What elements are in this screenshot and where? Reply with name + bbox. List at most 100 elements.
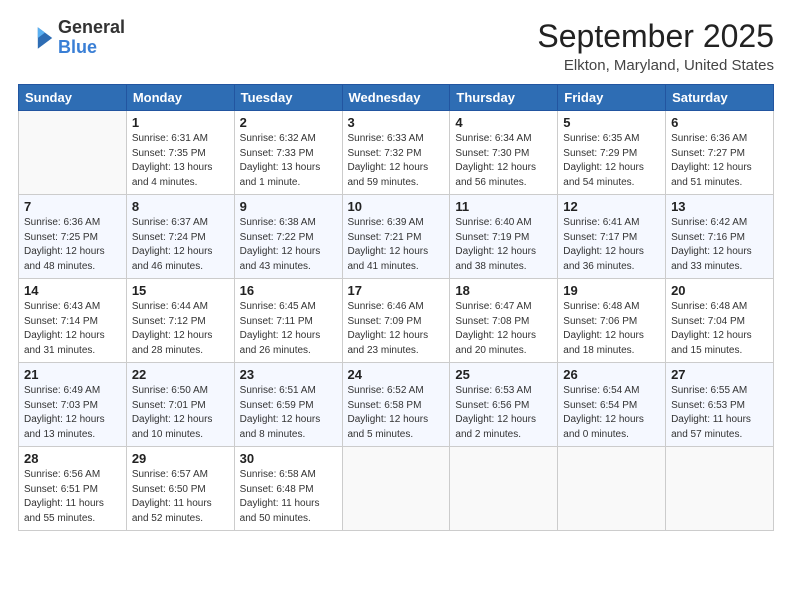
- day-info: Sunrise: 6:48 AM Sunset: 7:04 PM Dayligh…: [671, 300, 768, 358]
- calendar-cell: 16 Sunrise: 6:45 AM Sunset: 7:11 PM Dayli…: [234, 279, 342, 363]
- calendar-cell: 30 Sunrise: 6:58 AM Sunset: 6:48 PM Dayli…: [234, 447, 342, 531]
- day-number: 10: [348, 199, 445, 214]
- calendar-cell: 6 Sunrise: 6:36 AM Sunset: 7:27 PM Daylig…: [666, 111, 774, 195]
- day-number: 3: [348, 115, 445, 130]
- calendar-cell: 7 Sunrise: 6:36 AM Sunset: 7:25 PM Daylig…: [19, 195, 127, 279]
- calendar-cell: 4Sunrise: 6:34 AM Sunset: 7:30 PM Daylig…: [450, 111, 558, 195]
- day-number: 12: [563, 199, 660, 214]
- calendar-cell: 22Sunrise: 6:50 AM Sunset: 7:01 PM Dayli…: [126, 363, 234, 447]
- calendar-week-row: 21 Sunrise: 6:49 AM Sunset: 7:03 PM Dayli…: [19, 363, 774, 447]
- calendar-cell: 19Sunrise: 6:48 AM Sunset: 7:06 PM Dayli…: [558, 279, 666, 363]
- calendar-week-row: 1 Sunrise: 6:31 AM Sunset: 7:35 PM Daylig…: [19, 111, 774, 195]
- calendar-week-row: 14 Sunrise: 6:43 AM Sunset: 7:14 PM Dayli…: [19, 279, 774, 363]
- day-info: Sunrise: 6:38 AM Sunset: 7:22 PM Dayligh…: [240, 216, 337, 274]
- calendar-cell: 20Sunrise: 6:48 AM Sunset: 7:04 PM Dayli…: [666, 279, 774, 363]
- calendar-week-row: 28 Sunrise: 6:56 AM Sunset: 6:51 PM Dayli…: [19, 447, 774, 531]
- day-number: 1: [132, 115, 229, 130]
- weekday-header: Monday: [126, 85, 234, 111]
- day-info: Sunrise: 6:36 AM Sunset: 7:25 PM Dayligh…: [24, 216, 121, 274]
- day-info: Sunrise: 6:33 AM Sunset: 7:32 PM Dayligh…: [348, 132, 445, 190]
- calendar-cell: 12 Sunrise: 6:41 AM Sunset: 7:17 PM Dayli…: [558, 195, 666, 279]
- day-number: 24: [348, 367, 445, 382]
- calendar-cell: 26 Sunrise: 6:54 AM Sunset: 6:54 PM Dayli…: [558, 363, 666, 447]
- day-number: 16: [240, 283, 337, 298]
- calendar-cell: 2Sunrise: 6:32 AM Sunset: 7:33 PM Daylig…: [234, 111, 342, 195]
- day-info: Sunrise: 6:42 AM Sunset: 7:16 PM Dayligh…: [671, 216, 768, 274]
- day-number: 15: [132, 283, 229, 298]
- calendar-cell: [558, 447, 666, 531]
- logo-blue: Blue: [58, 38, 125, 58]
- calendar-cell: 18 Sunrise: 6:47 AM Sunset: 7:08 PM Dayli…: [450, 279, 558, 363]
- day-number: 8: [132, 199, 229, 214]
- day-info: Sunrise: 6:54 AM Sunset: 6:54 PM Dayligh…: [563, 384, 660, 442]
- calendar-cell: 15 Sunrise: 6:44 AM Sunset: 7:12 PM Dayli…: [126, 279, 234, 363]
- day-info: Sunrise: 6:53 AM Sunset: 6:56 PM Dayligh…: [455, 384, 552, 442]
- calendar-cell: 25 Sunrise: 6:53 AM Sunset: 6:56 PM Dayli…: [450, 363, 558, 447]
- weekday-header: Wednesday: [342, 85, 450, 111]
- day-number: 7: [24, 199, 121, 214]
- page: General Blue September 2025 Elkton, Mary…: [0, 0, 792, 612]
- day-number: 30: [240, 451, 337, 466]
- day-number: 6: [671, 115, 768, 130]
- title-area: September 2025 Elkton, Maryland, United …: [537, 18, 774, 74]
- day-info: Sunrise: 6:36 AM Sunset: 7:27 PM Dayligh…: [671, 132, 768, 190]
- day-info: Sunrise: 6:41 AM Sunset: 7:17 PM Dayligh…: [563, 216, 660, 274]
- calendar-cell: 5Sunrise: 6:35 AM Sunset: 7:29 PM Daylig…: [558, 111, 666, 195]
- weekday-header: Tuesday: [234, 85, 342, 111]
- day-number: 22: [132, 367, 229, 382]
- day-number: 14: [24, 283, 121, 298]
- weekday-header: Friday: [558, 85, 666, 111]
- calendar-cell: 10 Sunrise: 6:39 AM Sunset: 7:21 PM Dayli…: [342, 195, 450, 279]
- day-info: Sunrise: 6:39 AM Sunset: 7:21 PM Dayligh…: [348, 216, 445, 274]
- day-info: Sunrise: 6:49 AM Sunset: 7:03 PM Dayligh…: [24, 384, 121, 442]
- day-number: 5: [563, 115, 660, 130]
- calendar-cell: 9 Sunrise: 6:38 AM Sunset: 7:22 PM Daylig…: [234, 195, 342, 279]
- day-info: Sunrise: 6:45 AM Sunset: 7:11 PM Dayligh…: [240, 300, 337, 358]
- calendar-cell: 8 Sunrise: 6:37 AM Sunset: 7:24 PM Daylig…: [126, 195, 234, 279]
- day-info: Sunrise: 6:52 AM Sunset: 6:58 PM Dayligh…: [348, 384, 445, 442]
- day-number: 29: [132, 451, 229, 466]
- day-info: Sunrise: 6:57 AM Sunset: 6:50 PM Dayligh…: [132, 468, 229, 526]
- day-number: 28: [24, 451, 121, 466]
- calendar-cell: [19, 111, 127, 195]
- weekday-header: Sunday: [19, 85, 127, 111]
- day-number: 2: [240, 115, 337, 130]
- weekday-header: Thursday: [450, 85, 558, 111]
- day-info: Sunrise: 6:47 AM Sunset: 7:08 PM Dayligh…: [455, 300, 552, 358]
- header-row: General Blue September 2025 Elkton, Mary…: [18, 18, 774, 74]
- calendar-cell: 17Sunrise: 6:46 AM Sunset: 7:09 PM Dayli…: [342, 279, 450, 363]
- day-number: 21: [24, 367, 121, 382]
- day-number: 9: [240, 199, 337, 214]
- day-info: Sunrise: 6:31 AM Sunset: 7:35 PM Dayligh…: [132, 132, 229, 190]
- calendar-cell: 14 Sunrise: 6:43 AM Sunset: 7:14 PM Dayli…: [19, 279, 127, 363]
- calendar-cell: 28 Sunrise: 6:56 AM Sunset: 6:51 PM Dayli…: [19, 447, 127, 531]
- day-info: Sunrise: 6:34 AM Sunset: 7:30 PM Dayligh…: [455, 132, 552, 190]
- calendar-cell: 13 Sunrise: 6:42 AM Sunset: 7:16 PM Dayli…: [666, 195, 774, 279]
- day-info: Sunrise: 6:44 AM Sunset: 7:12 PM Dayligh…: [132, 300, 229, 358]
- day-number: 25: [455, 367, 552, 382]
- calendar-cell: [342, 447, 450, 531]
- weekday-header: Saturday: [666, 85, 774, 111]
- day-info: Sunrise: 6:46 AM Sunset: 7:09 PM Dayligh…: [348, 300, 445, 358]
- calendar-cell: 3 Sunrise: 6:33 AM Sunset: 7:32 PM Daylig…: [342, 111, 450, 195]
- day-number: 11: [455, 199, 552, 214]
- calendar-table: SundayMondayTuesdayWednesdayThursdayFrid…: [18, 84, 774, 531]
- calendar-cell: 11Sunrise: 6:40 AM Sunset: 7:19 PM Dayli…: [450, 195, 558, 279]
- day-number: 13: [671, 199, 768, 214]
- day-number: 19: [563, 283, 660, 298]
- location-title: Elkton, Maryland, United States: [537, 57, 774, 74]
- calendar-cell: 21 Sunrise: 6:49 AM Sunset: 7:03 PM Dayli…: [19, 363, 127, 447]
- day-number: 23: [240, 367, 337, 382]
- calendar-week-row: 7 Sunrise: 6:36 AM Sunset: 7:25 PM Daylig…: [19, 195, 774, 279]
- day-info: Sunrise: 6:43 AM Sunset: 7:14 PM Dayligh…: [24, 300, 121, 358]
- logo-general: General: [58, 18, 125, 38]
- day-info: Sunrise: 6:51 AM Sunset: 6:59 PM Dayligh…: [240, 384, 337, 442]
- calendar-cell: 29 Sunrise: 6:57 AM Sunset: 6:50 PM Dayli…: [126, 447, 234, 531]
- logo-text: General Blue: [58, 18, 125, 58]
- day-info: Sunrise: 6:58 AM Sunset: 6:48 PM Dayligh…: [240, 468, 337, 526]
- day-info: Sunrise: 6:56 AM Sunset: 6:51 PM Dayligh…: [24, 468, 121, 526]
- day-number: 26: [563, 367, 660, 382]
- logo-icon: [18, 20, 54, 56]
- day-info: Sunrise: 6:37 AM Sunset: 7:24 PM Dayligh…: [132, 216, 229, 274]
- day-number: 18: [455, 283, 552, 298]
